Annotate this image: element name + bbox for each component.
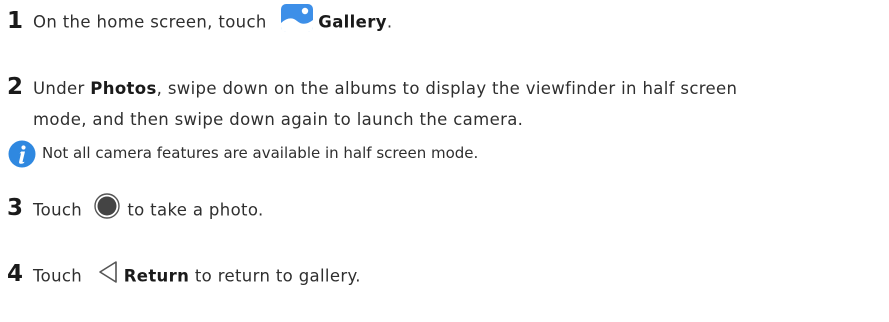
gallery-label: Gallery — [318, 12, 387, 32]
step-text-pre: Touch — [33, 200, 83, 219]
step-number: 4 — [7, 261, 24, 287]
step-2-line-2: mode, and then swipe down again to launc… — [33, 110, 524, 129]
step-text: On the home screen, touch Gallery. — [33, 3, 393, 40]
return-label: Return — [123, 266, 190, 285]
step-4: 4 Touch Return to return to gallery. — [7, 260, 361, 291]
step-number: 2 — [7, 74, 24, 100]
step-text-post: to return to gallery. — [194, 266, 361, 285]
step-2: 2 Under Photos, swipe down on the albums… — [7, 74, 737, 100]
gallery-icon — [280, 3, 314, 37]
step-text-post: , swipe down on the albums to display th… — [156, 79, 738, 98]
step-text-post: . — [386, 12, 393, 32]
step-text: Touch to take a photo. — [33, 192, 264, 226]
step-text: Under Photos, swipe down on the albums t… — [33, 79, 737, 98]
step-number: 1 — [7, 7, 24, 34]
step-text-pre: On the home screen, touch — [33, 12, 267, 32]
photos-label: Photos — [90, 79, 157, 98]
step-1: 1 On the home screen, touch Gallery. — [7, 3, 393, 40]
step-3: 3 Touch to take a photo. — [7, 192, 264, 226]
shutter-icon — [94, 192, 120, 223]
step-text-pre: Touch — [33, 266, 83, 285]
note-text: Not all camera features are available in… — [42, 144, 479, 162]
step-text: Touch Return to return to gallery. — [33, 260, 361, 291]
step-text-pre: Under — [33, 79, 91, 98]
step-number: 3 — [7, 195, 24, 221]
info-icon — [8, 140, 36, 172]
back-triangle-icon — [98, 260, 118, 288]
note: Not all camera features are available in… — [8, 140, 478, 172]
step-text-post: to take a photo. — [127, 200, 264, 219]
